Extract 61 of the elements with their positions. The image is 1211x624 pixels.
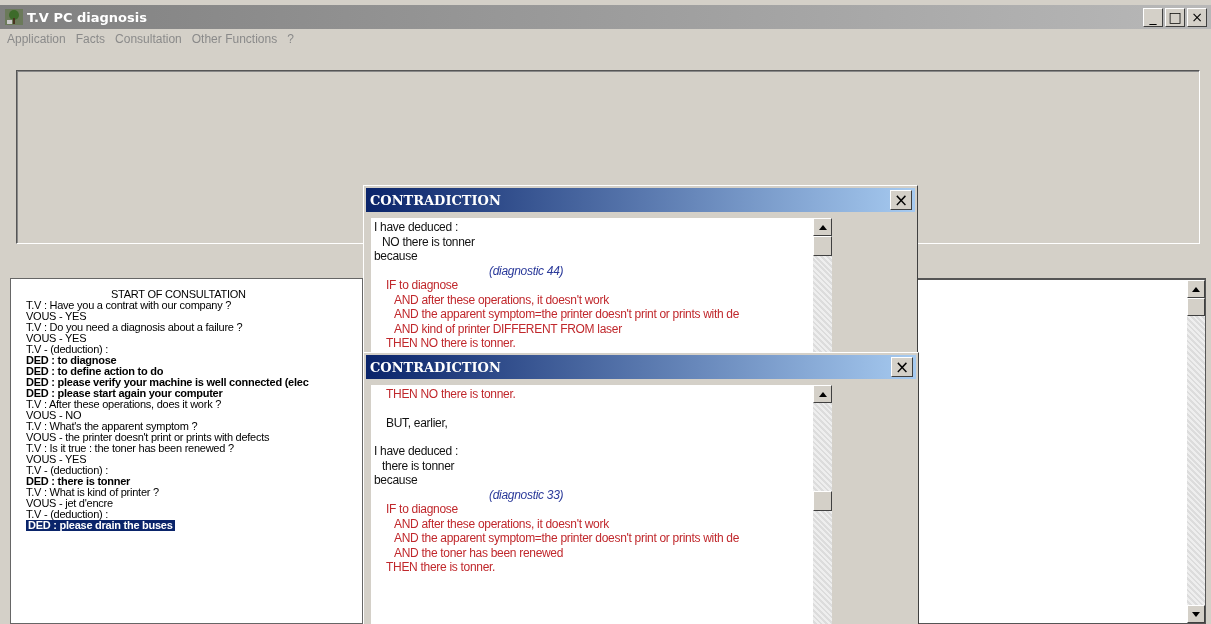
explanation-line: IF to diagnose bbox=[386, 278, 458, 293]
explanation-line: THEN NO there is tonner. bbox=[386, 336, 516, 351]
log-line[interactable]: DED : to define action to do bbox=[26, 366, 164, 377]
log-line[interactable]: T.V : Is it true : the toner has been renewed ? bbox=[26, 443, 234, 454]
window-control-button[interactable]: _ bbox=[1143, 7, 1163, 27]
log-line[interactable]: DED : there is tonner bbox=[26, 476, 131, 487]
close-button[interactable]: × bbox=[890, 190, 912, 210]
scroll-thumb[interactable] bbox=[813, 491, 832, 511]
log-line[interactable]: T.V : After these operations, does it work ? bbox=[26, 399, 222, 410]
close-button[interactable]: × bbox=[891, 357, 913, 377]
log-line[interactable]: T.V - (deduction) : bbox=[26, 465, 109, 476]
tree-icon bbox=[5, 9, 23, 25]
explanation-line: because bbox=[374, 473, 418, 488]
log-line[interactable]: VOUS - YES bbox=[26, 311, 87, 322]
up-arrow-icon bbox=[818, 224, 827, 230]
up-arrow-icon bbox=[818, 391, 827, 397]
log-line[interactable]: T.V : What is kind of printer ? bbox=[26, 487, 159, 498]
log-line[interactable]: T.V : What's the apparent symptom ? bbox=[26, 421, 198, 432]
log-line[interactable]: DED : to diagnose bbox=[26, 355, 117, 366]
dialog-title: CONTRADICTION bbox=[370, 359, 501, 375]
scroll-thumb[interactable] bbox=[813, 236, 832, 256]
scroll-up-button[interactable] bbox=[813, 385, 832, 403]
log-line[interactable]: T.V : Have you a contrat with our company ? bbox=[26, 300, 232, 311]
log-line[interactable]: VOUS - jet d'encre bbox=[26, 498, 113, 509]
explanation-line: AND the apparent symptom=the printer doesn't print or prints with de bbox=[394, 531, 740, 546]
explanation-line: because bbox=[374, 249, 418, 264]
explanation-line: AND the apparent symptom=the printer doesn't print or prints with de bbox=[394, 307, 740, 322]
log-line[interactable]: T.V - (deduction) : bbox=[26, 344, 109, 355]
up-arrow-icon bbox=[1192, 286, 1200, 292]
explanation-line: (diagnostic 33) bbox=[489, 487, 564, 502]
explanation-line: I have deduced : bbox=[374, 444, 458, 459]
explanation-line: I have deduced : bbox=[374, 220, 458, 235]
explanation-line: IF to diagnose bbox=[386, 502, 458, 517]
scroll-thumb[interactable] bbox=[1187, 298, 1205, 316]
explanation-line: NO there is tonner bbox=[382, 234, 475, 249]
log-line[interactable]: DED : please verify your machine is well connected (elec bbox=[26, 377, 309, 388]
window-control-button[interactable]: □ bbox=[1165, 7, 1185, 27]
explanation-line: THEN there is tonner. bbox=[386, 560, 496, 575]
explanation-line: AND the toner has been renewed bbox=[394, 545, 564, 560]
explanation-line: BUT, earlier, bbox=[386, 415, 448, 430]
explanation-line: AND after these operations, it doesn't work bbox=[394, 292, 609, 307]
explanation-line: there is tonner bbox=[382, 458, 455, 473]
dialog-title: CONTRADICTION bbox=[370, 192, 501, 208]
explanation-line: THEN NO there is tonner. bbox=[386, 387, 516, 402]
window-control-button[interactable]: × bbox=[1187, 7, 1207, 27]
scroll-up-button[interactable] bbox=[1187, 280, 1205, 298]
log-line[interactable]: T.V - (deduction) : bbox=[26, 509, 109, 520]
explanation-line: AND kind of printer DIFFERENT FROM laser bbox=[394, 321, 622, 336]
explanation-line: AND after these operations, it doesn't work bbox=[394, 516, 609, 531]
window-title: T.V PC diagnosis bbox=[27, 9, 147, 25]
log-line[interactable]: DED : please start again your computer bbox=[26, 388, 223, 399]
log-line[interactable]: VOUS - YES bbox=[26, 454, 87, 465]
log-line[interactable]: VOUS - YES bbox=[26, 333, 87, 344]
explanation-line: (diagnostic 44) bbox=[489, 263, 564, 278]
log-line[interactable]: VOUS - NO bbox=[26, 410, 82, 421]
scroll-up-button[interactable] bbox=[813, 218, 832, 236]
scroll-down-button[interactable] bbox=[1187, 605, 1205, 623]
log-line[interactable]: T.V : Do you need a diagnosis about a failure ? bbox=[26, 322, 243, 333]
log-line[interactable]: START OF CONSULTATION bbox=[111, 289, 246, 300]
log-line[interactable]: VOUS - the printer doesn't print or prints with defects bbox=[26, 432, 270, 443]
down-arrow-icon bbox=[1192, 611, 1200, 617]
